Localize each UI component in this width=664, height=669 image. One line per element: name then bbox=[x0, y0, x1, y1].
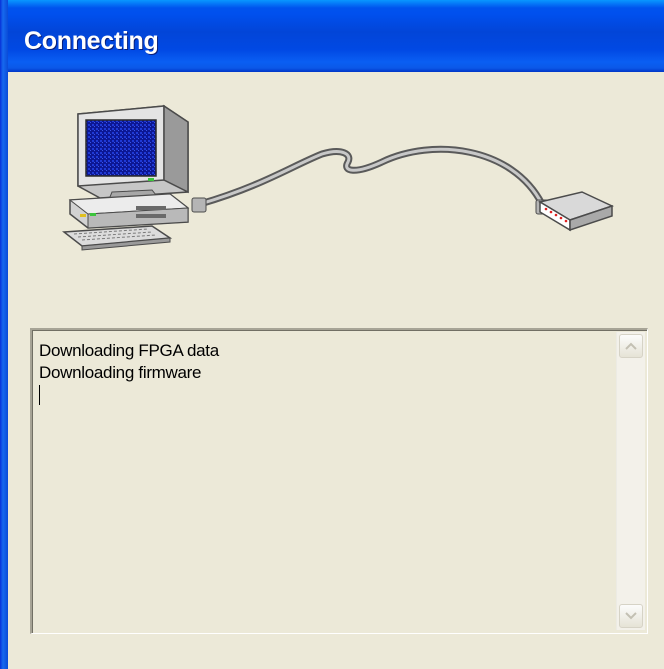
window-frame-left bbox=[0, 0, 8, 669]
desktop-computer-icon bbox=[61, 104, 190, 251]
connecting-dialog: Connecting Downloading FPGA data Downloa… bbox=[0, 0, 664, 669]
scroll-down-arrow-icon bbox=[625, 612, 637, 620]
text-caret bbox=[39, 385, 40, 405]
connection-illustration bbox=[61, 104, 615, 251]
connection-log[interactable]: Downloading FPGA data Downloading firmwa… bbox=[30, 328, 648, 634]
log-line: Downloading firmware bbox=[39, 363, 202, 382]
scroll-down-button[interactable] bbox=[619, 604, 643, 628]
scroll-up-arrow-icon bbox=[625, 342, 637, 350]
hardware-device-icon bbox=[538, 191, 615, 232]
scroll-up-button[interactable] bbox=[619, 334, 643, 358]
window-title: Connecting bbox=[24, 27, 159, 55]
title-bar[interactable]: Connecting bbox=[0, 0, 664, 72]
log-text-area[interactable]: Downloading FPGA data Downloading firmwa… bbox=[39, 340, 609, 405]
vertical-scrollbar[interactable] bbox=[616, 332, 645, 630]
log-line: Downloading FPGA data bbox=[39, 341, 219, 360]
serial-cable-icon bbox=[191, 145, 551, 215]
